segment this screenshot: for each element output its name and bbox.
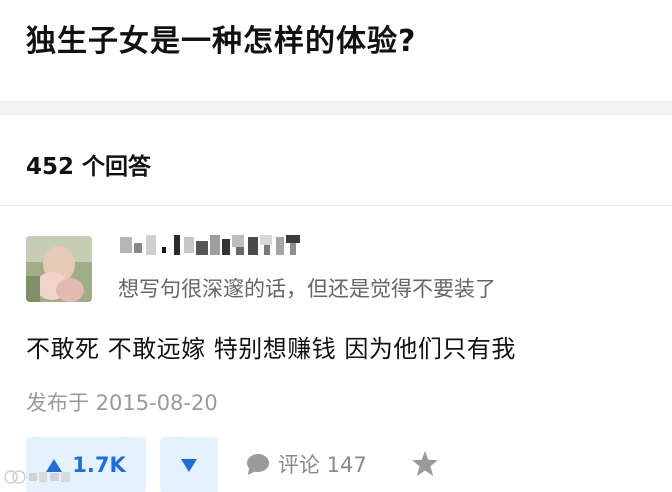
star-icon [412, 450, 438, 476]
comment-button[interactable]: 评论 147 [246, 447, 367, 481]
question-title[interactable]: 独生子女是一种怎样的体验? [26, 16, 416, 60]
answer-action-bar: 1.7K 评论 147 [0, 435, 672, 492]
upvote-count: 1.7K [72, 453, 126, 477]
answer-content[interactable]: 不敢死 不敢远嫁 特别想赚钱 因为他们只有我 [26, 329, 516, 364]
author-name-redacted[interactable] [118, 233, 308, 261]
answer-count: 452 个回答 [26, 154, 152, 180]
publish-date: 发布于 2015-08-20 [26, 391, 218, 415]
watermark-logo-icon [4, 470, 26, 484]
watermark-text-mark [29, 472, 70, 482]
triangle-down-icon [181, 458, 197, 472]
downvote-button[interactable] [160, 437, 218, 492]
comment-label: 评论 147 [278, 453, 367, 477]
divider [0, 205, 672, 206]
author-avatar[interactable] [26, 236, 92, 302]
favorite-button[interactable] [410, 448, 440, 478]
pixelated-name [120, 235, 300, 255]
watermark [4, 466, 71, 488]
answers-section: 452 个回答 想写句很深邃的话，但还是觉得不要装了 不敢死 不敢远嫁 特别想赚… [0, 115, 672, 492]
question-header: 独生子女是一种怎样的体验? [0, 0, 672, 101]
blurred-avatar-image [26, 236, 92, 302]
author-bio: 想写句很深邃的话，但还是觉得不要装了 [118, 277, 496, 301]
zhihu-answer-page: 独生子女是一种怎样的体验? 452 个回答 想写句很深邃的话，但还是觉得不要装了… [0, 0, 672, 492]
comment-bubble-icon [247, 454, 269, 475]
